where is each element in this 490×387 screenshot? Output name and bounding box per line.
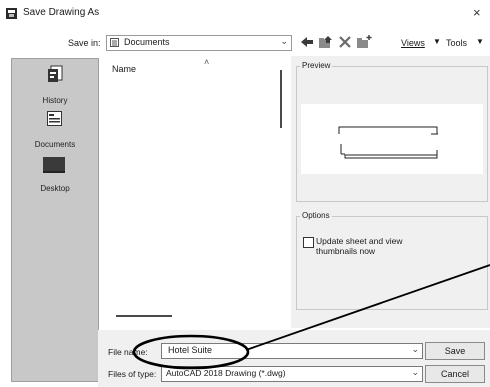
documents-icon <box>47 111 62 126</box>
back-arrow-icon[interactable] <box>299 34 315 50</box>
file-name-label: File name: <box>108 347 148 357</box>
file-list[interactable]: Name ˄ <box>104 57 291 326</box>
update-thumbnails-label[interactable]: Update sheet and view thumbnails now <box>316 236 436 256</box>
delete-icon[interactable] <box>337 34 353 50</box>
close-icon[interactable]: × <box>473 5 481 20</box>
file-type-label: Files of type: <box>108 369 157 379</box>
floorplan-thumbnail <box>338 126 438 159</box>
sidebar-item-label: Desktop <box>40 184 70 193</box>
file-type-dropdown[interactable]: AutoCAD 2018 Drawing (*.dwg) ⌄ <box>161 366 423 382</box>
history-icon <box>48 65 63 82</box>
preview-label: Preview <box>300 61 333 70</box>
up-folder-icon[interactable] <box>318 34 334 50</box>
sidebar-item-label: Documents <box>34 140 76 149</box>
views-menu[interactable]: Views <box>401 38 425 48</box>
window-title: Save Drawing As <box>23 7 100 18</box>
horizontal-scrollbar[interactable] <box>116 315 172 317</box>
update-thumbnails-checkbox[interactable] <box>303 237 314 248</box>
views-dropdown-arrow-icon[interactable]: ▼ <box>433 37 441 46</box>
tools-dropdown-arrow-icon[interactable]: ▼ <box>476 37 484 46</box>
column-header-name[interactable]: Name <box>112 64 136 74</box>
sidebar-item-history[interactable]: History <box>12 63 98 107</box>
save-in-value: Documents <box>124 37 170 47</box>
file-type-value: AutoCAD 2018 Drawing (*.dwg) <box>166 368 286 378</box>
column-splitter[interactable] <box>280 70 282 128</box>
save-in-dropdown[interactable]: Documents ⌄ <box>106 35 292 51</box>
chevron-down-icon[interactable]: ⌄ <box>411 344 419 355</box>
options-label: Options <box>300 211 332 220</box>
drawing-preview <box>301 104 483 174</box>
save-in-label: Save in: <box>68 38 101 48</box>
documents-folder-icon <box>110 38 119 47</box>
file-name-input[interactable]: Hotel Suite ⌄ <box>161 343 423 359</box>
places-sidebar: History Documents Desktop <box>11 58 99 382</box>
autocad-app-icon <box>6 8 17 19</box>
sidebar-item-label: History <box>42 96 68 105</box>
sort-ascending-icon: ˄ <box>204 57 210 67</box>
options-group <box>296 216 488 310</box>
file-name-value[interactable]: Hotel Suite <box>168 345 212 355</box>
tools-menu[interactable]: Tools <box>446 38 467 48</box>
cancel-button[interactable]: Cancel <box>425 365 485 383</box>
new-folder-icon[interactable] <box>356 34 372 50</box>
chevron-down-icon[interactable]: ⌄ <box>280 36 288 47</box>
sidebar-item-documents[interactable]: Documents <box>12 107 98 151</box>
save-button[interactable]: Save <box>425 342 485 360</box>
sidebar-item-desktop[interactable]: Desktop <box>12 151 98 195</box>
chevron-down-icon[interactable]: ⌄ <box>411 367 419 378</box>
desktop-icon <box>43 157 65 173</box>
